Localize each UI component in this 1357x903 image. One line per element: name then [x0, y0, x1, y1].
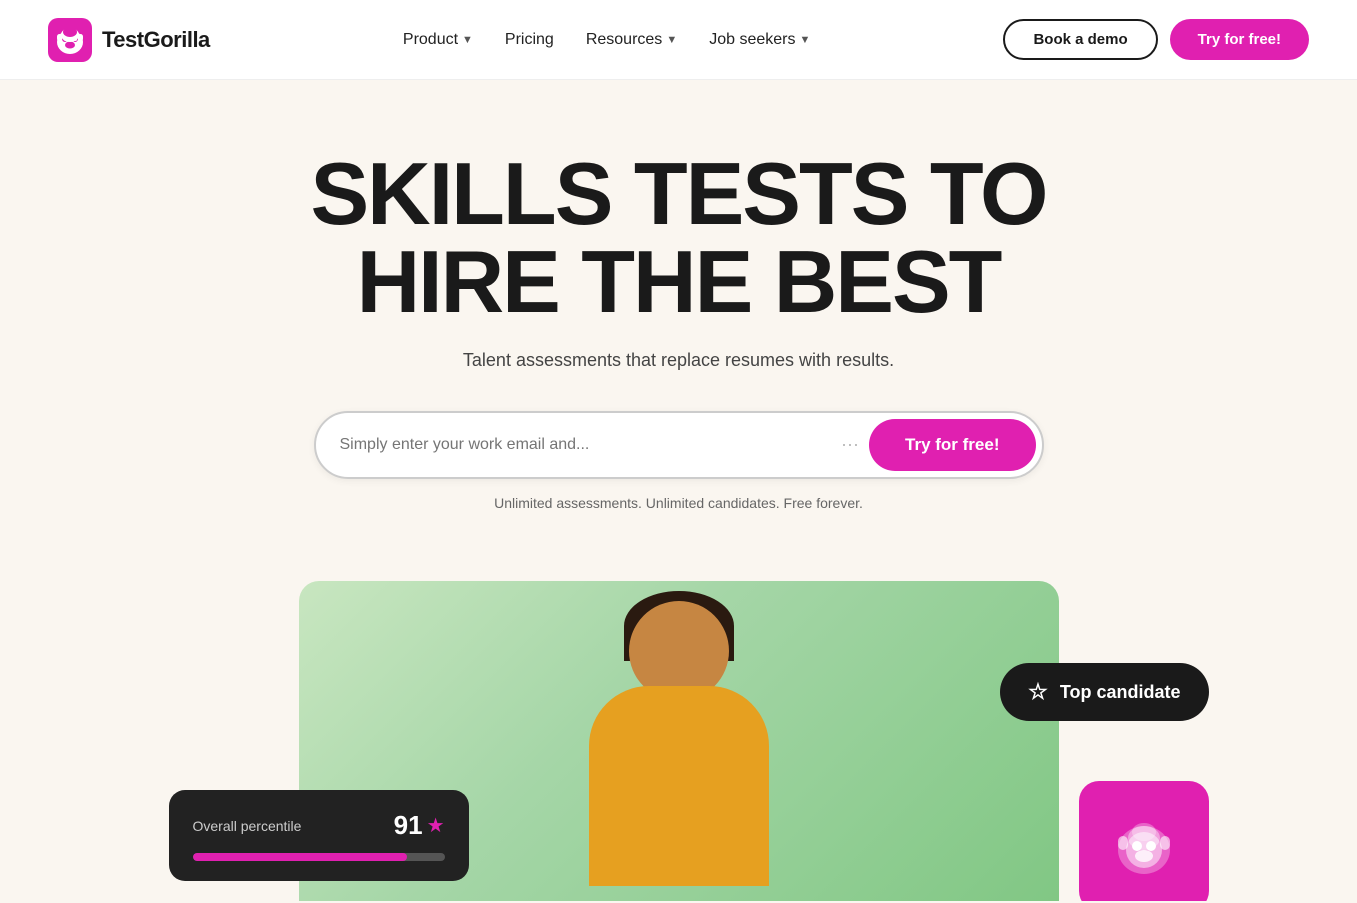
logo-icon [48, 18, 92, 62]
nav-job-seekers[interactable]: Job seekers ▼ [697, 23, 822, 57]
hero-subheadline: Talent assessments that replace resumes … [48, 350, 1309, 371]
hero-tagline: Unlimited assessments. Unlimited candida… [48, 495, 1309, 511]
hero-section: SKILLS TESTS TO HIRE THE BEST Talent ass… [0, 80, 1357, 901]
person-body [589, 686, 769, 886]
chevron-down-icon: ▼ [462, 34, 473, 46]
hero-image-area: Overall percentile 91 ★ ☆ Top candidate [229, 561, 1129, 901]
star-icon: ★ [427, 813, 445, 838]
nav-resources[interactable]: Resources ▼ [574, 23, 689, 57]
percentile-value: 91 [394, 810, 423, 841]
top-candidate-label: Top candidate [1060, 682, 1181, 703]
book-demo-button[interactable]: Book a demo [1003, 19, 1157, 60]
logo-badge-icon [1104, 806, 1184, 886]
star-outline-icon: ☆ [1028, 679, 1048, 705]
top-candidate-card: ☆ Top candidate [1000, 663, 1208, 721]
email-input[interactable] [340, 426, 842, 464]
dots-icon: ⋯ [841, 435, 861, 456]
hero-headline: SKILLS TESTS TO HIRE THE BEST [289, 150, 1069, 326]
nav-product[interactable]: Product ▼ [391, 23, 485, 57]
navbar: TestGorilla Product ▼ Pricing Resources … [0, 0, 1357, 80]
person-figure [539, 601, 819, 901]
logo-text: TestGorilla [102, 27, 210, 53]
chevron-down-icon: ▼ [666, 34, 677, 46]
percentile-card: Overall percentile 91 ★ [169, 790, 469, 881]
email-form: ⋯ Try for free! [314, 411, 1044, 479]
logo-badge [1079, 781, 1209, 901]
chevron-down-icon: ▼ [799, 34, 810, 46]
nav-pricing[interactable]: Pricing [493, 23, 566, 57]
progress-fill [193, 853, 407, 861]
try-free-nav-button[interactable]: Try for free! [1170, 19, 1309, 60]
progress-track [193, 853, 445, 861]
try-free-email-button[interactable]: Try for free! [869, 419, 1035, 471]
nav-links: Product ▼ Pricing Resources ▼ Job seeker… [391, 23, 822, 57]
logo-link[interactable]: TestGorilla [48, 18, 210, 62]
percentile-label: Overall percentile [193, 818, 302, 834]
nav-actions: Book a demo Try for free! [1003, 19, 1309, 60]
